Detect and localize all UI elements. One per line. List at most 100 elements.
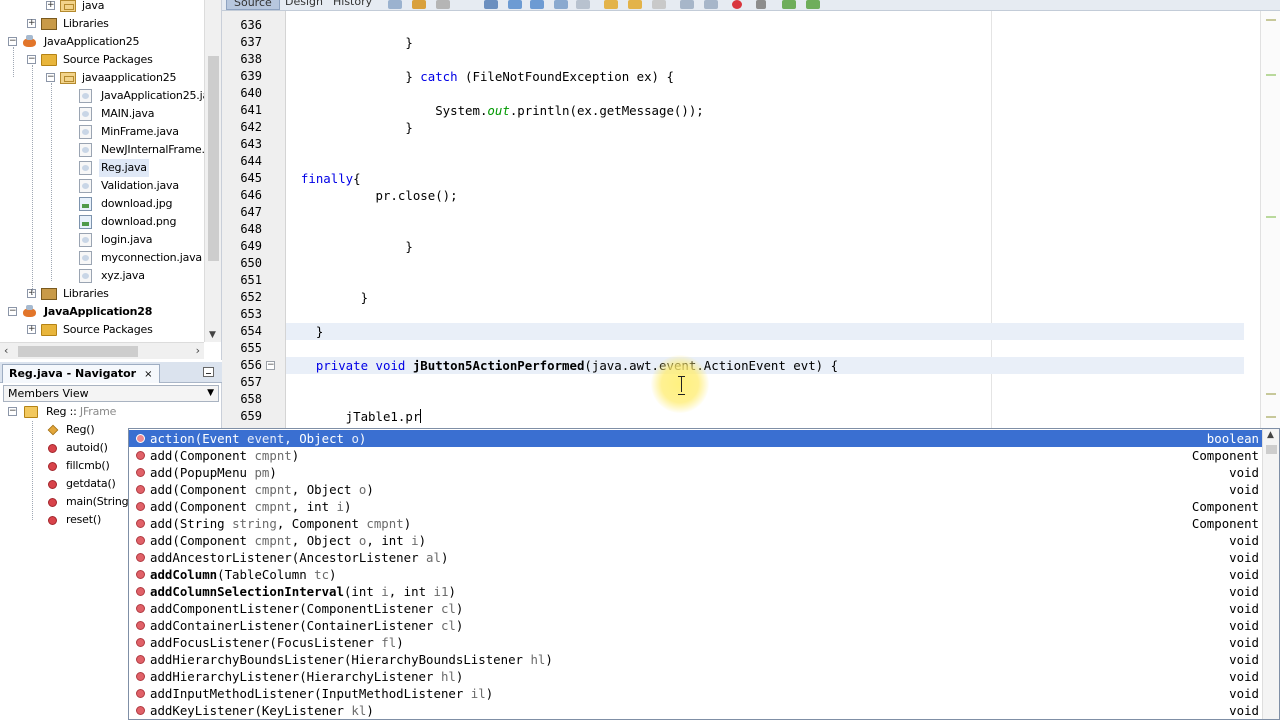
error-stripe-mark[interactable] (1266, 416, 1276, 418)
toggle-highlight-icon[interactable] (554, 0, 568, 9)
code-completion-popup[interactable]: action(Event event, Object o) boolean add(… (128, 428, 1280, 720)
code-line[interactable]: } (286, 34, 412, 51)
close-icon[interactable]: × (144, 369, 152, 380)
completion-scrollbar[interactable]: ▲ (1262, 429, 1279, 719)
tree-item-javaapplication25[interactable]: − JavaApplication25 (0, 33, 204, 51)
scroll-down-arrow-icon[interactable]: ▼ (209, 330, 216, 340)
code-line[interactable]: } (286, 323, 1244, 340)
completion-item[interactable]: addKeyListener(KeyListener kl) void (129, 702, 1262, 719)
tree-item-download-jpg[interactable]: download.jpg (0, 195, 204, 213)
project-tree-vertical-scrollbar[interactable]: ▼ (204, 0, 221, 342)
collapse-toggle-icon[interactable]: − (8, 407, 17, 416)
scroll-right-arrow-icon[interactable]: › (196, 344, 200, 357)
collapse-toggle-icon[interactable]: − (8, 307, 17, 316)
tree-item-javaapplication25-ja[interactable]: JavaApplication25.ja (0, 87, 204, 105)
expand-toggle-icon[interactable]: + (46, 1, 55, 10)
scroll-thumb[interactable] (208, 56, 219, 261)
error-stripe-mark[interactable] (1266, 19, 1276, 21)
error-stripe-mark[interactable] (1266, 74, 1276, 76)
expand-toggle-icon[interactable]: + (27, 325, 36, 334)
tree-item-reg-java[interactable]: Reg.java (0, 159, 204, 177)
code-line[interactable]: pr.close(); (286, 187, 458, 204)
tree-item-login-java[interactable]: login.java (0, 231, 204, 249)
tab-design[interactable]: Design (278, 0, 330, 10)
completion-item[interactable]: action(Event event, Object o) boolean (129, 430, 1262, 447)
scroll-thumb[interactable] (1266, 445, 1277, 454)
tree-item-validation-java[interactable]: Validation.java (0, 177, 204, 195)
completion-item[interactable]: add(Component cmpnt, int i) Component (129, 498, 1262, 515)
shift-right-icon[interactable] (704, 0, 718, 9)
toggle-bookmark-icon[interactable] (652, 0, 666, 9)
tree-item-myconnection-java[interactable]: myconnection.java (0, 249, 204, 267)
collapse-toggle-icon[interactable]: − (8, 37, 17, 46)
completion-item[interactable]: addColumnSelectionInterval(int i, int i1… (129, 583, 1262, 600)
scroll-left-arrow-icon[interactable]: ‹ (4, 344, 8, 357)
navigator-root[interactable]: − Reg :: JFrame (0, 403, 220, 421)
history-icon[interactable] (436, 0, 450, 9)
forward-icon[interactable] (412, 0, 426, 9)
tree-item-main-java[interactable]: MAIN.java (0, 105, 204, 123)
tree-item-source-packages[interactable]: − Source Packages (0, 51, 204, 69)
completion-method-name: addContainerListener (150, 618, 300, 633)
error-stripe-mark[interactable] (1266, 393, 1276, 395)
find-previous-icon[interactable] (508, 0, 522, 9)
minimize-icon[interactable] (203, 367, 214, 377)
tree-item-xyz-java[interactable]: xyz.java (0, 267, 204, 285)
tree-item-libraries[interactable]: + Libraries (0, 285, 204, 303)
stop-macro-icon[interactable] (756, 0, 766, 9)
completion-item[interactable]: addColumn(TableColumn tc) void (129, 566, 1262, 583)
completion-item[interactable]: add(String string, Component cmpnt) Compo… (129, 515, 1262, 532)
completion-item[interactable]: add(Component cmpnt, Object o, int i) voi… (129, 532, 1262, 549)
tree-item-source-packages[interactable]: + Source Packages (0, 321, 204, 339)
tree-item-newjinternalframe[interactable]: NewJInternalFrame. (0, 141, 204, 159)
tab-history[interactable]: History (326, 0, 379, 10)
code-line[interactable]: jTable1.pr (286, 408, 422, 425)
code-line[interactable]: System.out.println(ex.getMessage()); (286, 102, 704, 119)
navigator-view-select[interactable]: Members View ▼ (3, 385, 219, 402)
completion-item[interactable]: add(PopupMenu pm) void (129, 464, 1262, 481)
tree-item-javaapplication28[interactable]: − JavaApplication28 (0, 303, 204, 321)
fold-collapse-icon[interactable]: − (266, 361, 275, 370)
navigator-tab[interactable]: Reg.java - Navigator × (2, 364, 160, 383)
expand-toggle-icon[interactable]: + (27, 19, 36, 28)
completion-item[interactable]: addHierarchyBoundsListener(HierarchyBoun… (129, 651, 1262, 668)
code-line[interactable]: finally{ (286, 170, 361, 187)
scroll-up-arrow-icon[interactable]: ▲ (1267, 430, 1274, 440)
tree-item-javaapplication25[interactable]: − javaapplication25 (0, 69, 204, 87)
project-tree-horizontal-scrollbar[interactable]: ‹ › (0, 342, 204, 359)
tree-item-download-png[interactable]: download.png (0, 213, 204, 231)
code-line[interactable]: } catch (FileNotFoundException ex) { (286, 68, 674, 85)
completion-signature: add(Component cmpnt, int i) (150, 498, 351, 515)
code-line[interactable]: private void jButton5ActionPerformed(jav… (286, 357, 1244, 374)
completion-item[interactable]: addHierarchyListener(HierarchyListener h… (129, 668, 1262, 685)
shift-left-icon[interactable] (680, 0, 694, 9)
error-stripe-mark[interactable] (1266, 216, 1276, 218)
completion-item[interactable]: addComponentListener(ComponentListener c… (129, 600, 1262, 617)
collapse-toggle-icon[interactable]: − (46, 73, 55, 82)
find-next-icon[interactable] (530, 0, 544, 9)
completion-item[interactable]: addAncestorListener(AncestorListener al)… (129, 549, 1262, 566)
code-line[interactable]: } (286, 289, 368, 306)
selection-icon[interactable] (576, 0, 590, 9)
back-icon[interactable] (388, 0, 402, 9)
tree-item-libraries[interactable]: + Libraries (0, 15, 204, 33)
scroll-thumb[interactable] (18, 346, 138, 357)
code-line[interactable]: } (286, 119, 412, 136)
completion-item[interactable]: add(Component cmpnt) Component (129, 447, 1262, 464)
tree-item-minframe-java[interactable]: MinFrame.java (0, 123, 204, 141)
comment-icon[interactable] (782, 0, 796, 9)
previous-bookmark-icon[interactable] (604, 0, 618, 9)
tab-source[interactable]: Source (226, 0, 280, 10)
uncomment-icon[interactable] (806, 0, 820, 9)
completion-parameters: (ComponentListener cl) (299, 601, 464, 616)
next-bookmark-icon[interactable] (628, 0, 642, 9)
collapse-toggle-icon[interactable]: − (27, 55, 36, 64)
start-macro-icon[interactable] (732, 0, 742, 9)
code-line[interactable]: } (286, 238, 412, 255)
completion-item[interactable]: addContainerListener(ContainerListener c… (129, 617, 1262, 634)
search-icon[interactable] (484, 0, 498, 9)
completion-item[interactable]: addInputMethodListener(InputMethodListen… (129, 685, 1262, 702)
completion-item[interactable]: addFocusListener(FocusListener fl) void (129, 634, 1262, 651)
tree-item-java[interactable]: + java (0, 0, 204, 15)
completion-item[interactable]: add(Component cmpnt, Object o) void (129, 481, 1262, 498)
